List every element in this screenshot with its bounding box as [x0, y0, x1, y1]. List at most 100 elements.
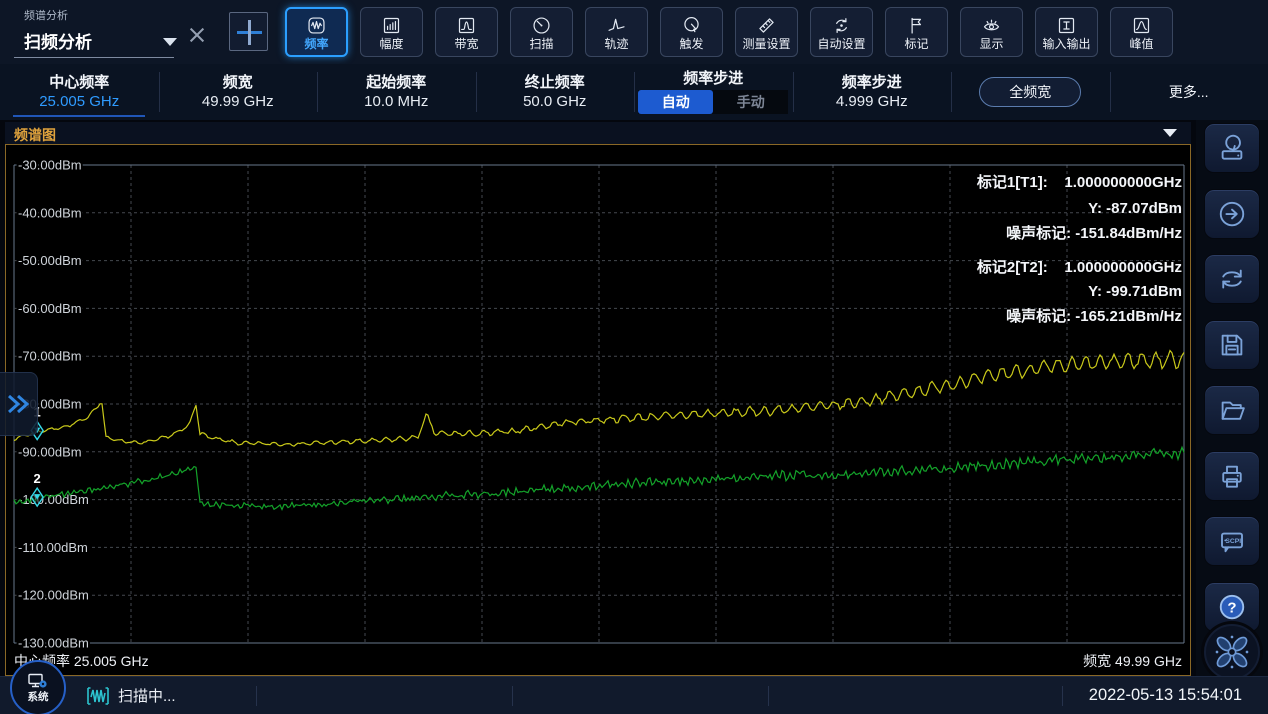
marker-number-label: 2: [34, 471, 41, 486]
setting-value: 10.0 MHz: [364, 94, 428, 109]
expand-handle[interactable]: [0, 372, 38, 436]
add-tab-button[interactable]: [229, 12, 268, 51]
toolbar-button-trace-peak[interactable]: 轨迹: [585, 7, 648, 57]
tab-title: 扫频分析: [24, 28, 92, 53]
setting-value: 4.999 GHz: [836, 94, 908, 109]
plot-footer: 中心频率 25.005 GHz 频宽 49.99 GHz: [14, 648, 1182, 674]
y-axis-tick-label: -60.00dBm: [18, 301, 82, 316]
y-axis-tick-label: -130.00dBm: [18, 636, 89, 649]
toolbar-button-amplitude-bars[interactable]: 幅度: [360, 7, 423, 57]
status-bar: 系统 扫描中... 2022-05-13 15:54:01: [0, 676, 1268, 714]
toolbar-button-peak[interactable]: 峰值: [1110, 7, 1173, 57]
display-eye-icon: [981, 15, 1002, 36]
main-area: 频谱图 -30.00dBm -40.00dBm -50.00dBm -60.00dBm…: [0, 120, 1268, 676]
panel-collapse-icon[interactable]: [1163, 129, 1177, 137]
y-axis-tick-label: -50.00dBm: [18, 253, 82, 268]
plot-span-label: 频宽 49.99 GHz: [1083, 651, 1182, 671]
continuous-sweep-icon: [1217, 264, 1247, 294]
sidebar-button-scpi[interactable]: SCPI: [1204, 516, 1260, 566]
setting-label: 终止频率: [525, 75, 585, 90]
save-icon: [1217, 330, 1247, 360]
chart-title: 频谱图: [14, 125, 56, 145]
y-axis-tick-label: -30.00dBm: [18, 158, 82, 173]
toggle-option-manual[interactable]: 手动: [713, 90, 788, 114]
setting-frequency-step-mode: 频率步进 自动 手动: [634, 64, 793, 120]
svg-text:?: ?: [1227, 599, 1236, 616]
setting-span[interactable]: 频宽 49.99 GHz: [159, 64, 318, 120]
sidebar-button-continue-arrow[interactable]: [1204, 189, 1260, 239]
toolbar-button-trigger[interactable]: 触发: [660, 7, 723, 57]
toolbar-button-io[interactable]: 输入输出: [1035, 7, 1098, 57]
spectrum-plot: -30.00dBm-40.00dBm-50.00dBm-60.00dBm-70.…: [6, 145, 1190, 648]
toolbar-button-freq-wave[interactable]: 频率: [285, 7, 348, 57]
sidebar-button-save[interactable]: [1204, 320, 1260, 370]
toolbar-button-marker-flag[interactable]: 标记: [885, 7, 948, 57]
bandwidth-icon: [456, 15, 477, 36]
toolbar-button-auto-setup[interactable]: 自动设置: [810, 7, 873, 57]
status-divider: [512, 686, 513, 706]
tab-close-icon[interactable]: [186, 24, 208, 46]
toolbar-button-display-eye[interactable]: 显示: [960, 7, 1023, 57]
scpi-icon: SCPI: [1217, 526, 1247, 556]
settings-row: 中心频率 25.005 GHz 频宽 49.99 GHz 起始频率 10.0 M…: [0, 64, 1268, 120]
setting-frequency-step[interactable]: 频率步进 4.999 GHz: [793, 64, 952, 120]
setting-start-frequency[interactable]: 起始频率 10.0 MHz: [317, 64, 476, 120]
system-button[interactable]: 系统: [10, 660, 66, 714]
marker-readout-line: 噪声标记: -165.21dBm/Hz: [1006, 305, 1182, 325]
marker-2[interactable]: 2: [31, 471, 43, 506]
toggle-option-auto[interactable]: 自动: [638, 90, 713, 114]
tab-dropdown-caret-icon[interactable]: [163, 38, 177, 46]
setting-label: 起始频率: [366, 75, 426, 90]
measure-setup-icon: [756, 15, 777, 36]
sidebar-button-continuous-sweep[interactable]: [1204, 254, 1260, 304]
status-divider: [768, 686, 769, 706]
freq-wave-icon: [306, 15, 327, 36]
toolbar-button-label: 带宽: [454, 38, 478, 50]
sidebar-button-preset[interactable]: [1204, 123, 1260, 173]
setting-value: 49.99 GHz: [202, 94, 274, 109]
toolbar-button-label: 测量设置: [742, 38, 790, 50]
sidebar-button-print[interactable]: [1204, 451, 1260, 501]
spectrum-analyzer-app: 频谱分析 扫频分析 频率幅度带宽扫描轨迹触发测量设置自动设置标记显示输入输出峰值…: [0, 0, 1268, 714]
quick-actions-sidebar: SCPI?: [1196, 120, 1268, 676]
trigger-icon: [681, 15, 702, 36]
y-axis-tick-label: -120.00dBm: [18, 588, 89, 603]
double-chevron-right-icon: [6, 391, 32, 417]
toolbar-button-measure-setup[interactable]: 测量设置: [735, 7, 798, 57]
toolbar-button-label: 峰值: [1129, 38, 1153, 50]
spectrum-panel-header: 频谱图: [5, 122, 1191, 144]
sweep-gauge-icon: [531, 15, 552, 36]
full-span-button[interactable]: 全频宽: [979, 77, 1081, 107]
toolbar-button-bandwidth[interactable]: 带宽: [435, 7, 498, 57]
sidebar-button-open-folder[interactable]: [1204, 385, 1260, 435]
toolbar-button-label: 输入输出: [1042, 38, 1090, 50]
setting-more[interactable]: 更多...: [1110, 64, 1268, 120]
active-field-underline: [13, 115, 145, 117]
more-label: 更多...: [1169, 82, 1209, 102]
peak-icon: [1131, 15, 1152, 36]
setting-label: 频宽: [223, 75, 253, 90]
marker-readout-line: 标记1[T1]: 1.000000000GHz: [977, 171, 1182, 191]
help-icon: ?: [1217, 592, 1247, 622]
setting-center-frequency[interactable]: 中心频率 25.005 GHz: [0, 64, 159, 120]
toolbar-button-label: 触发: [679, 38, 703, 50]
tab-underline: [14, 57, 174, 58]
toolbar-button-label: 幅度: [379, 38, 403, 50]
svg-text:SCPI: SCPI: [1225, 538, 1241, 545]
toolbar-button-label: 自动设置: [817, 38, 865, 50]
corner-nav-button[interactable]: [1204, 624, 1260, 680]
setting-value: 25.005 GHz: [39, 94, 119, 109]
system-monitor-gear-icon: [27, 673, 49, 691]
setting-label: 频率步进: [842, 75, 902, 90]
preset-icon: [1217, 133, 1247, 163]
open-folder-icon: [1217, 395, 1247, 425]
setting-full-span: 全频宽: [951, 64, 1110, 120]
y-axis-tick-label: -40.00dBm: [18, 205, 82, 220]
print-icon: [1217, 461, 1247, 491]
toolbar-button-label: 扫描: [529, 38, 553, 50]
marker-readout-line: Y: -87.07dBm: [1088, 200, 1182, 220]
toolbar-button-sweep-gauge[interactable]: 扫描: [510, 7, 573, 57]
spectrum-plot-area: -30.00dBm-40.00dBm-50.00dBm-60.00dBm-70.…: [5, 144, 1191, 676]
sweep-status: 扫描中...: [86, 677, 176, 714]
setting-stop-frequency[interactable]: 终止频率 50.0 GHz: [476, 64, 635, 120]
